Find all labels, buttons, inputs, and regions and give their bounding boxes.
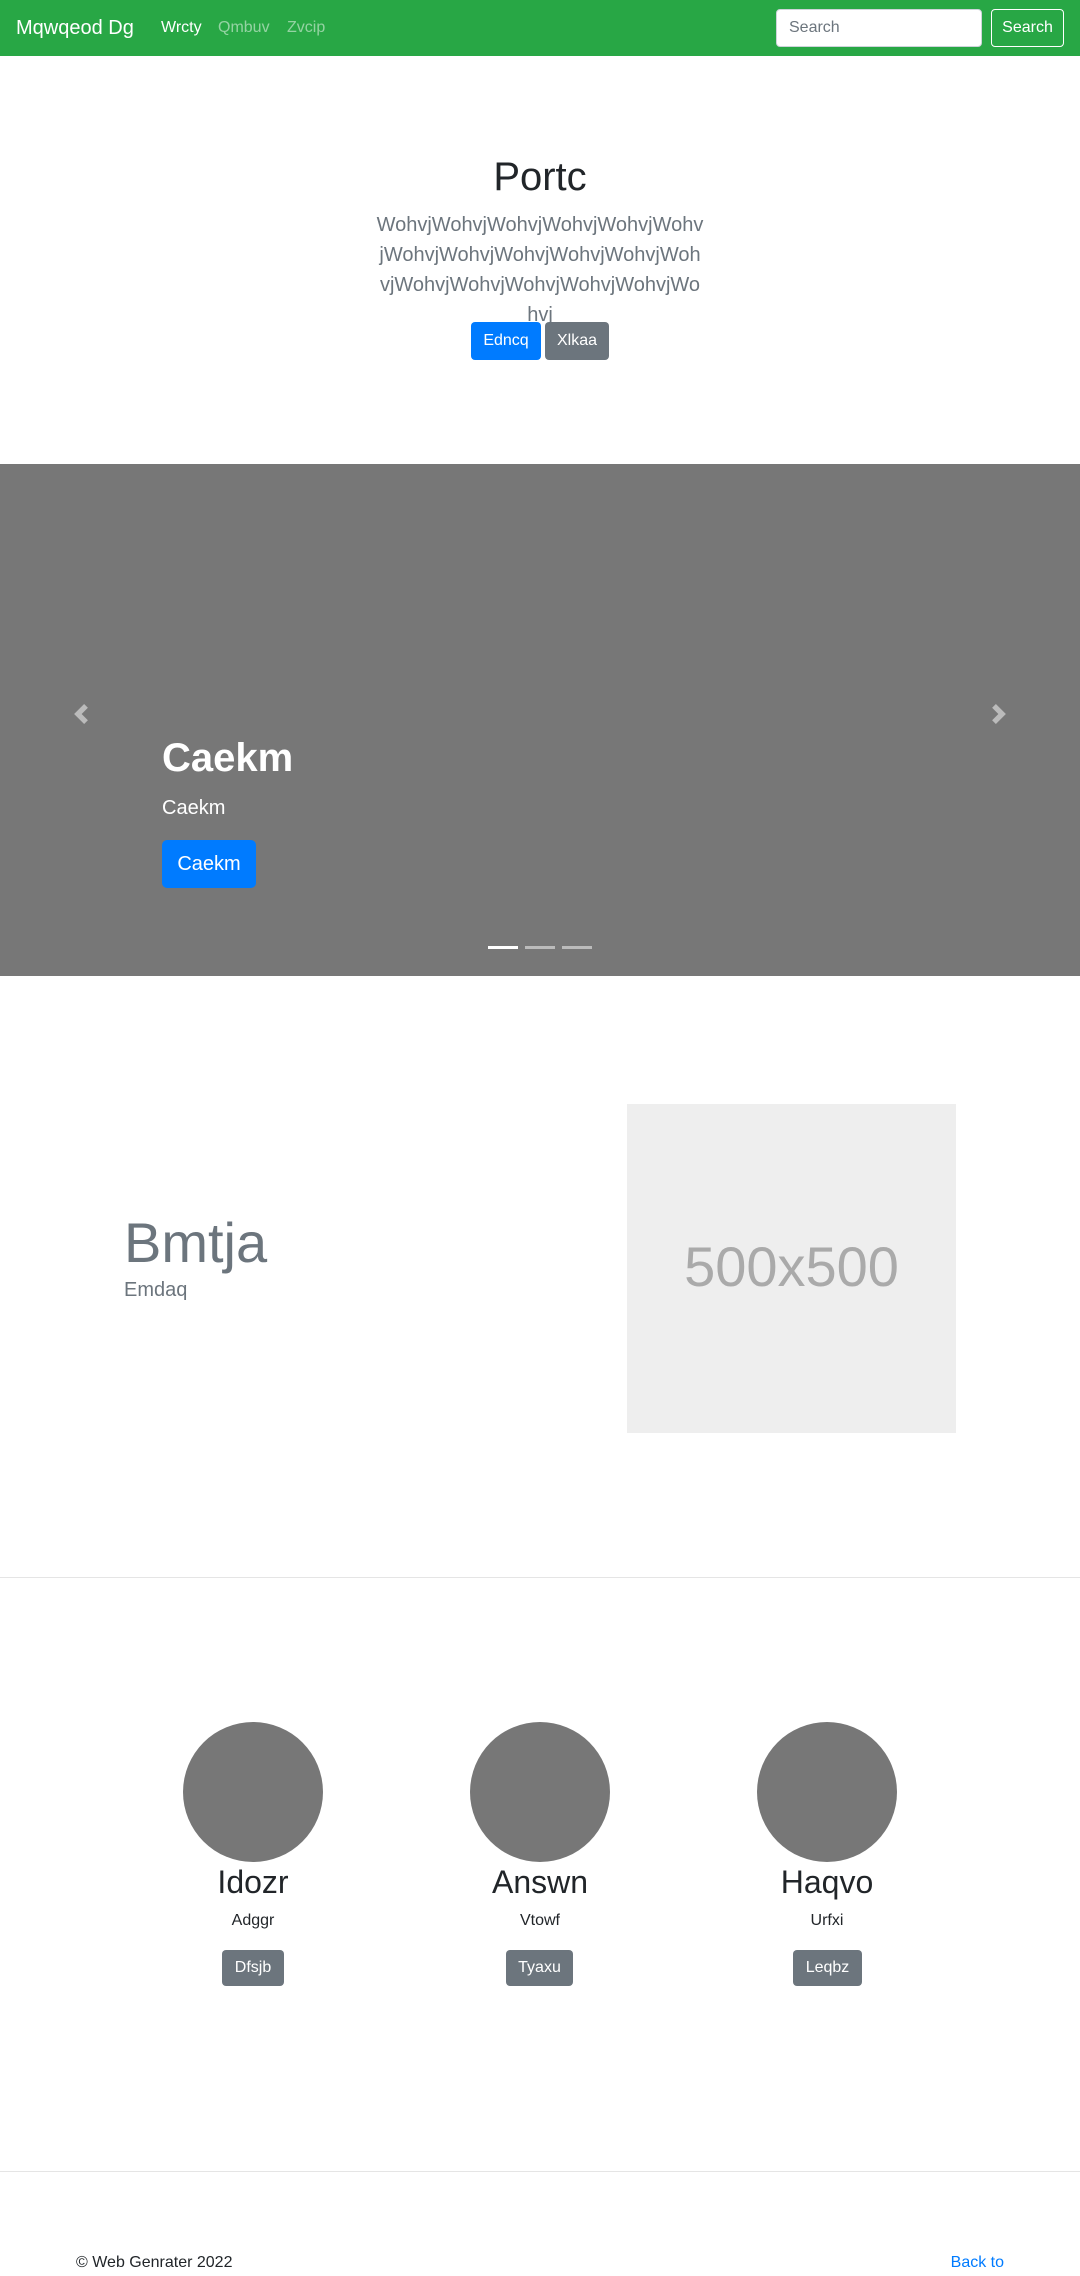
featurette-image-placeholder: 500x500: [627, 1104, 956, 1433]
search-input[interactable]: [776, 9, 982, 47]
column-3-image: [757, 1722, 897, 1862]
nav-link-wrcty[interactable]: Wrcty: [161, 18, 202, 38]
back-to-top-link[interactable]: Back to top: [924, 2253, 1004, 2276]
column-1-button[interactable]: Dfsjb: [222, 1950, 284, 1986]
carousel-indicator-3[interactable]: [562, 946, 592, 949]
placeholder-label: 500x500: [684, 1235, 899, 1298]
hero-secondary-button[interactable]: Xlkaa: [545, 322, 609, 360]
column-3-heading: Haqvo: [780, 1864, 874, 1900]
carousel-caption-text: Caekm: [162, 797, 226, 819]
footer-copyright: © Web Genrater 2022: [76, 2254, 233, 2271]
nav-link-zvcip[interactable]: Zvcip: [287, 18, 325, 38]
carousel-indicator-1[interactable]: [488, 946, 518, 949]
hero-lead: WohvjWohvjWohvjWohvjWohvjWohvjWohvjWohvj…: [376, 214, 704, 326]
column-1-text: Adggr: [231, 1912, 275, 1929]
column-3-text: Urfxi: [810, 1912, 844, 1929]
hero-title: Portc: [493, 155, 587, 199]
navbar-brand[interactable]: Mqwqeod Dg: [16, 14, 134, 42]
column-2-image: [470, 1722, 610, 1862]
nav-link-qmbuv[interactable]: Qmbuv: [218, 18, 270, 38]
column-2-button[interactable]: Tyaxu: [506, 1950, 573, 1986]
column-2-text: Vtowf: [519, 1912, 560, 1929]
carousel-indicator-2[interactable]: [525, 946, 555, 949]
search-button[interactable]: Search: [991, 9, 1064, 47]
section-divider: [0, 1577, 1080, 1578]
column-2-heading: Answn: [491, 1864, 589, 1900]
hero-primary-button[interactable]: Edncq: [471, 322, 541, 360]
featurette-heading: Bmtja: [124, 1211, 268, 1274]
chevron-right-icon[interactable]: [989, 704, 1009, 724]
footer-divider: [0, 2171, 1080, 2172]
featurette-lead: Emdaq: [124, 1279, 188, 1301]
carousel-caption-button[interactable]: Caekm: [162, 840, 256, 888]
carousel: Caekm Caekm Caekm: [0, 464, 1080, 976]
carousel-caption-title: Caekm: [162, 736, 294, 780]
column-1-heading: Idozr: [217, 1864, 289, 1900]
column-3-button[interactable]: Leqbz: [793, 1950, 862, 1986]
chevron-left-icon[interactable]: [71, 704, 91, 724]
navbar: Mqwqeod Dg Wrcty Qmbuv Zvcip Search: [0, 0, 1080, 56]
column-1-image: [183, 1722, 323, 1862]
